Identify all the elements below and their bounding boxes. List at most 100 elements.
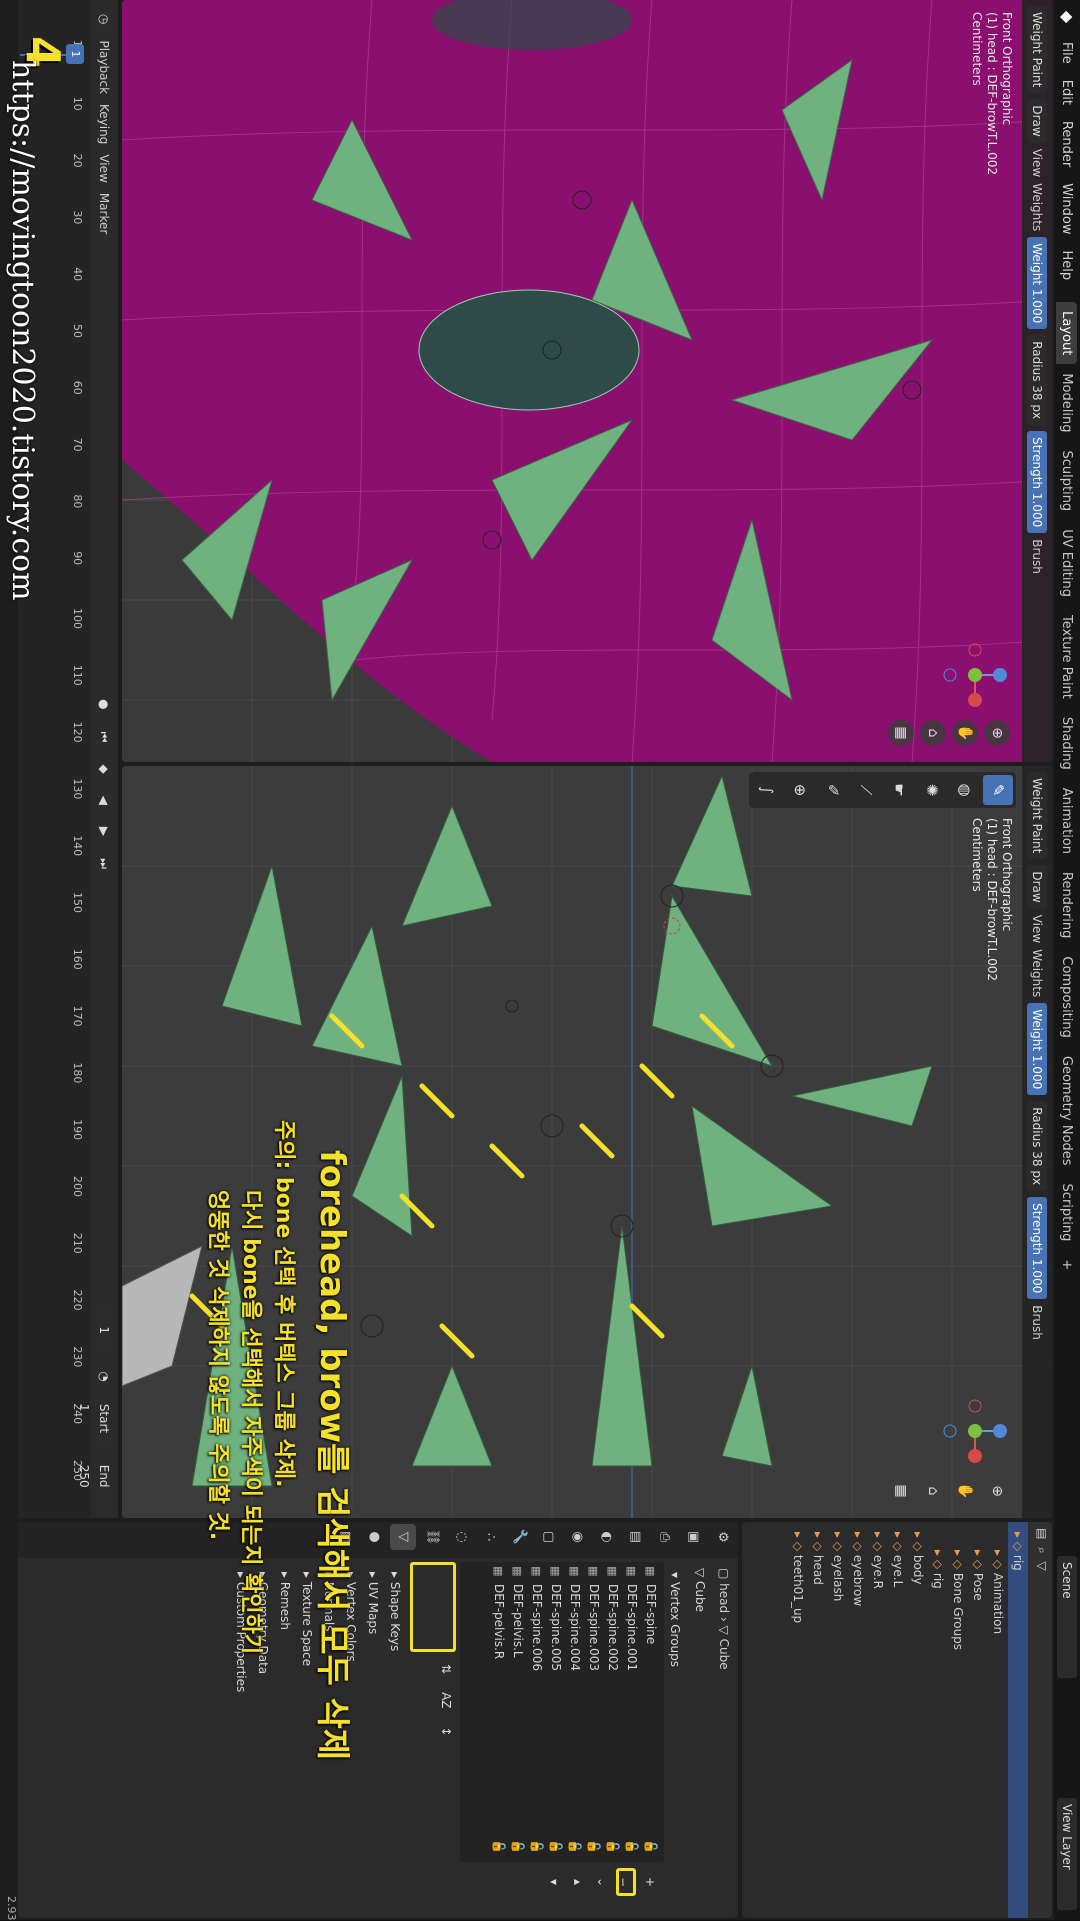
viewport-3d-face[interactable]: Weight Paint Draw View Weights Weight 1.… [122, 0, 1052, 762]
frame-ruler[interactable]: 1102030405060708090100110120130140150160… [64, 40, 84, 1500]
add-workspace-button[interactable]: + [1057, 1250, 1078, 1279]
outliner-item[interactable]: ▸ ◇ rig [1008, 1522, 1028, 1918]
outliner-item[interactable]: ▸ ◇ eyebrow [848, 1522, 868, 1918]
brush-menu-2[interactable]: Brush [1030, 1305, 1044, 1340]
outliner-item[interactable]: ▸ ◇ teeth01_up [788, 1522, 808, 1918]
menu-playback[interactable]: Playback [97, 40, 111, 94]
menu-weights[interactable]: Weights [1030, 183, 1044, 231]
tool-tab-icon[interactable]: ⚙ [709, 1524, 735, 1550]
reverse-sort-icon[interactable]: ↕ [436, 1720, 456, 1743]
particles-tab-icon[interactable]: ∴ [477, 1524, 503, 1550]
menu-marker[interactable]: Marker [97, 193, 111, 234]
navigation-gizmo-2[interactable] [940, 1396, 1010, 1466]
tab-animation[interactable]: Animation [1057, 779, 1078, 863]
zoom-icon-2[interactable]: ⊕ [984, 1478, 1010, 1504]
remove-vertex-group-button[interactable]: − [616, 1867, 636, 1897]
outliner-item[interactable]: ▸ ◇ Pose [968, 1522, 988, 1918]
weight-field-2[interactable]: Weight 1.000 [1027, 1003, 1047, 1096]
weight-field[interactable]: Weight 1.000 [1027, 237, 1047, 330]
lock-icon[interactable]: 🔓 [622, 1839, 641, 1854]
lock-icon[interactable]: 🔓 [584, 1839, 603, 1854]
outliner-item[interactable]: ▸ ◇ Bone Groups [948, 1522, 968, 1918]
lock-icon[interactable]: 🔓 [565, 1839, 584, 1854]
strength-field-2[interactable]: Strength 1.000 [1027, 1197, 1047, 1300]
play-reverse-icon[interactable]: ◀ [94, 789, 114, 811]
property-section[interactable]: ▸ UV Maps [362, 1562, 384, 1912]
modifier-tab-icon[interactable]: 🔧 [506, 1524, 532, 1550]
tab-texture-paint[interactable]: Texture Paint [1057, 606, 1078, 708]
current-frame-field[interactable]: 1 [94, 1305, 114, 1356]
menu-render[interactable]: Render [1060, 113, 1075, 175]
tab-sculpting[interactable]: Sculpting [1057, 441, 1078, 520]
sample-weight-icon[interactable]: ✐ [818, 775, 848, 805]
camera-icon[interactable]: ⌂ [920, 720, 946, 746]
hand-pan-icon-2[interactable]: ✋ [952, 1478, 978, 1504]
lock-icon[interactable]: 🔓 [641, 1839, 660, 1854]
vertex-group-item[interactable]: DEF-spine.005 🔓 [546, 1562, 565, 1862]
mode-selector-2[interactable]: Weight Paint [1027, 772, 1047, 860]
vertex-group-item[interactable]: DEF-spine.001 🔓 [622, 1562, 641, 1862]
outliner-item[interactable]: ▸ ◇ rig [928, 1522, 948, 1918]
vertex-group-item[interactable]: DEF-spine.003 🔓 [584, 1562, 603, 1862]
tab-compositing[interactable]: Compositing [1057, 947, 1078, 1047]
brush-menu[interactable]: Brush [1030, 539, 1044, 574]
vertex-group-item[interactable]: DEF-pelvis.R 🔓 [489, 1562, 508, 1862]
brush-selector[interactable]: Draw [1027, 99, 1047, 143]
outliner-item[interactable]: ▸ ◇ eyelash [828, 1522, 848, 1918]
world-tab-icon[interactable]: ◉ [564, 1524, 590, 1550]
material-tab-icon[interactable]: ● [361, 1524, 387, 1550]
lock-icon[interactable]: 🔓 [546, 1839, 565, 1854]
smear-brush-icon[interactable]: ☛ [884, 775, 914, 805]
tab-shading[interactable]: Shading [1057, 708, 1078, 779]
render-tab-icon[interactable]: ▣ [680, 1524, 706, 1550]
vertex-group-item[interactable]: DEF-pelvis.L 🔓 [508, 1562, 527, 1862]
vertex-group-item[interactable]: DEF-spine.004 🔓 [565, 1562, 584, 1862]
outliner[interactable]: ▤ ⌕ ▽ ▸ ◇ rig ▸ ◇ Animation ▸ ◇ Pose ▸ ◇ Bo… [742, 1522, 1052, 1918]
tab-uv-editing[interactable]: UV Editing [1057, 520, 1078, 606]
tab-geometry-nodes[interactable]: Geometry Nodes [1057, 1047, 1078, 1175]
vertex-group-item[interactable]: DEF-spine 🔓 [641, 1562, 660, 1862]
tab-layout[interactable]: Layout [1056, 302, 1078, 365]
blender-logo-icon[interactable]: ◆ [1056, 6, 1078, 28]
blur-brush-icon[interactable]: ◍ [950, 775, 980, 805]
mode-selector[interactable]: Weight Paint [1027, 6, 1047, 94]
menu-help[interactable]: Help [1060, 243, 1075, 289]
scene-selector[interactable]: Scene [1057, 1556, 1077, 1678]
move-down-icon[interactable]: ▾ [544, 1872, 564, 1892]
radius-field-2[interactable]: Radius 38 px [1027, 1101, 1047, 1192]
scene-tab-icon[interactable]: ◐ [593, 1524, 619, 1550]
view-layer-tab-icon[interactable]: ▤ [622, 1524, 648, 1550]
vertex-groups-header[interactable]: ▾ Vertex Groups [664, 1562, 686, 1912]
record-button[interactable]: ● [94, 693, 114, 716]
draw-brush-icon[interactable]: ✎ [983, 775, 1013, 805]
zoom-icon[interactable]: ⊕ [984, 720, 1010, 746]
play-icon[interactable]: ▶ [94, 820, 114, 843]
sort-icon[interactable]: ⇅ [436, 1658, 456, 1681]
jump-end-icon[interactable]: ⏭ [94, 852, 114, 875]
mesh-data-selector[interactable]: ▽ Cube [690, 1562, 710, 1894]
vertex-group-item[interactable]: DEF-spine.002 🔓 [603, 1562, 622, 1862]
menu-edit[interactable]: Edit [1060, 72, 1075, 113]
menu-view[interactable]: View [1030, 149, 1044, 177]
gradient-icon[interactable]: ⟋ [851, 775, 881, 805]
object-tab-icon[interactable]: ▢ [535, 1524, 561, 1550]
cursor-icon[interactable]: ⊕ [785, 775, 815, 805]
camera-icon-2[interactable]: ⌂ [920, 1478, 946, 1504]
end-field[interactable]: End 250 [77, 1458, 114, 1518]
move-up-icon[interactable]: ▴ [568, 1872, 588, 1892]
menu-file[interactable]: File [1060, 34, 1075, 72]
outliner-item[interactable]: ▸ ◇ Animation [988, 1522, 1008, 1918]
output-tab-icon[interactable]: ⎙ [651, 1524, 677, 1550]
properties-editor[interactable]: ⚙ ▣ ⎙ ▤ ◐ ◉ ▢ 🔧 ∴ ◌ ⛓ ▽ ● ▩ ▢ head › ▽ C… [18, 1522, 738, 1918]
sort-alpha-icon[interactable]: AZ [436, 1686, 456, 1715]
view-layer-selector[interactable]: View Layer [1057, 1798, 1077, 1910]
lock-icon[interactable]: 🔓 [489, 1839, 508, 1854]
menu-keying[interactable]: Keying [97, 104, 111, 144]
tab-rendering[interactable]: Rendering [1057, 863, 1078, 947]
editor-type-icon[interactable]: ◷ [94, 8, 114, 31]
add-vertex-group-button[interactable]: + [640, 1870, 660, 1894]
grid-view-icon[interactable]: ▦ [888, 720, 914, 746]
prev-key-icon[interactable]: ◆ [94, 758, 114, 780]
grid-view-icon-2[interactable]: ▦ [888, 1478, 914, 1504]
property-section[interactable]: ▸ Shape Keys [384, 1562, 406, 1912]
